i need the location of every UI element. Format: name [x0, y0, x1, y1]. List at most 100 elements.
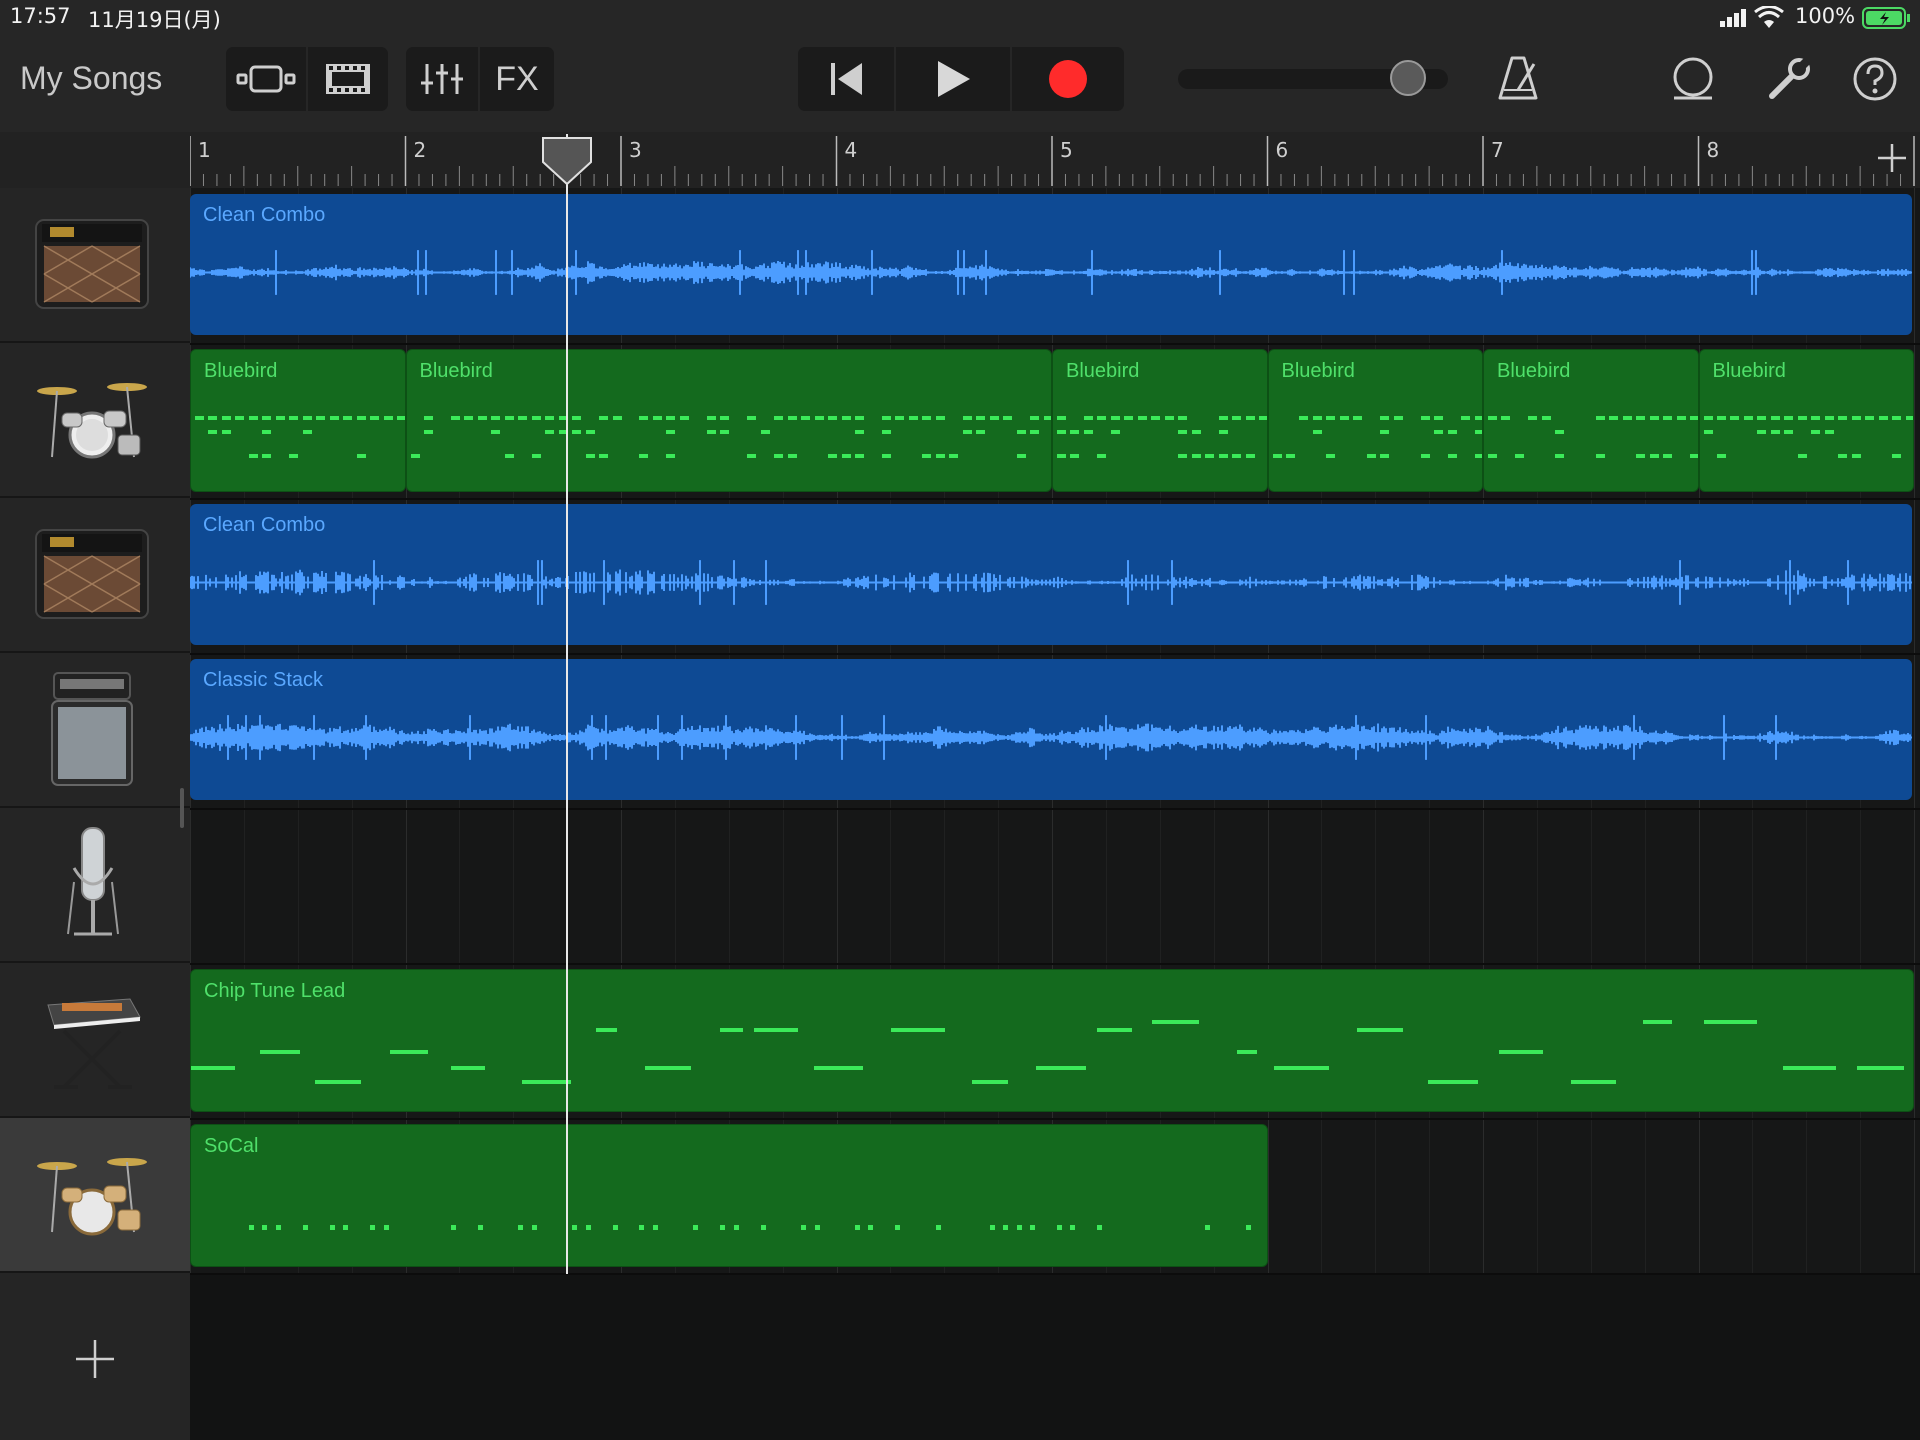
help-button[interactable]: [1852, 56, 1898, 107]
midi-note: [1366, 454, 1376, 458]
audio-region[interactable]: Clean Combo: [190, 504, 1912, 645]
midi-region[interactable]: Bluebird: [1052, 349, 1268, 492]
midi-note: [1097, 454, 1107, 458]
midi-note: [1030, 430, 1040, 434]
midi-note: [1636, 454, 1646, 458]
track-header-3[interactable]: [0, 498, 190, 653]
track-header-2[interactable]: [0, 343, 190, 498]
midi-note: [1218, 454, 1228, 458]
timeline-ruler[interactable]: 1 2 3 4 5 6 7 8: [190, 132, 1920, 188]
region-name: Bluebird: [419, 360, 493, 382]
midi-note: [1285, 454, 1295, 458]
midi-note: [1096, 1028, 1132, 1032]
browser-view-button[interactable]: [226, 47, 306, 111]
midi-note: [1178, 430, 1188, 434]
track-lane[interactable]: Clean Combo: [190, 188, 1920, 345]
fx-button[interactable]: FX: [480, 47, 554, 111]
midi-region[interactable]: Chip Tune Lead: [190, 969, 1914, 1112]
midi-note: [908, 416, 918, 420]
midi-note: [302, 430, 312, 434]
track-header-6[interactable]: [0, 963, 190, 1118]
status-time: 17:57: [10, 4, 71, 28]
settings-button[interactable]: [1766, 56, 1812, 107]
midi-note: [1003, 1225, 1009, 1230]
midi-note: [518, 416, 528, 420]
metronome-icon: [1498, 56, 1538, 100]
midi-note: [1905, 416, 1914, 420]
midi-note: [841, 416, 851, 420]
metronome-button[interactable]: [1496, 54, 1540, 107]
midi-note: [1016, 1225, 1022, 1230]
track-lane[interactable]: SoCal: [190, 1118, 1920, 1275]
drum-kit-icon: [37, 1158, 147, 1236]
midi-note: [191, 1066, 236, 1070]
track-lane[interactable]: Bluebird Bluebird Bluebird Bluebird Bluebird…: [190, 343, 1920, 500]
add-track-button[interactable]: [70, 1334, 120, 1389]
midi-region[interactable]: Bluebird: [405, 349, 1052, 492]
midi-note: [208, 430, 218, 434]
cellular-signal-icon: [1718, 8, 1750, 33]
midi-note: [1380, 430, 1390, 434]
my-songs-button[interactable]: My Songs: [20, 60, 162, 97]
midi-note: [316, 416, 326, 420]
browser-view-icon: [236, 65, 296, 93]
midi-region[interactable]: Bluebird: [1698, 349, 1914, 492]
midi-note: [491, 430, 501, 434]
midi-region[interactable]: Bluebird: [1483, 349, 1699, 492]
midi-note: [891, 1028, 946, 1032]
playhead-handle[interactable]: [541, 136, 593, 191]
midi-region[interactable]: Bluebird: [190, 349, 406, 492]
midi-note: [801, 1225, 807, 1230]
track-header-5[interactable]: [0, 808, 190, 963]
track-lane[interactable]: [190, 808, 1920, 965]
midi-note: [962, 430, 972, 434]
transport-controls: [798, 47, 1124, 111]
audio-waveform: [190, 715, 1912, 760]
tracks-area[interactable]: Clean Combo Bluebird Bluebird Bluebird Blueb…: [190, 188, 1920, 1275]
midi-note: [814, 1225, 820, 1230]
film-strip-icon: [326, 64, 370, 94]
go-to-beginning-button[interactable]: [798, 47, 894, 111]
playhead[interactable]: [566, 134, 569, 1274]
midi-region[interactable]: Bluebird: [1267, 349, 1483, 492]
midi-note: [450, 416, 460, 420]
master-volume-slider[interactable]: [1178, 60, 1448, 96]
track-lane[interactable]: Chip Tune Lead: [190, 963, 1920, 1120]
midi-note: [989, 1225, 995, 1230]
region-name: Clean Combo: [203, 204, 326, 226]
wrench-icon: [1769, 57, 1811, 99]
midi-note: [343, 416, 353, 420]
help-icon: [1853, 57, 1897, 101]
midi-note: [612, 1225, 618, 1230]
midi-note: [1393, 416, 1403, 420]
track-lane[interactable]: Clean Combo: [190, 498, 1920, 655]
track-header-1[interactable]: [0, 188, 190, 343]
tracks-view-button[interactable]: [308, 47, 388, 111]
midi-note: [1797, 416, 1807, 420]
midi-note: [935, 1225, 941, 1230]
track-header-4[interactable]: [0, 653, 190, 808]
track-header-7[interactable]: [0, 1118, 190, 1273]
track-lane[interactable]: Classic Stack: [190, 653, 1920, 810]
midi-region[interactable]: SoCal: [190, 1124, 1268, 1267]
view-button-group: [226, 47, 388, 111]
record-button[interactable]: [1012, 47, 1124, 111]
loop-browser-button[interactable]: [1670, 56, 1716, 107]
track-controls-button[interactable]: [406, 47, 478, 111]
midi-note: [881, 454, 891, 458]
add-section-button[interactable]: [1876, 142, 1908, 179]
bar-number: 5: [1060, 138, 1073, 162]
midi-note: [545, 430, 555, 434]
play-button[interactable]: [896, 47, 1010, 111]
midi-note: [949, 454, 959, 458]
midi-note: [1339, 416, 1349, 420]
midi-note: [989, 416, 999, 420]
header-scroll-indicator: [180, 788, 184, 828]
midi-note: [1299, 416, 1309, 420]
audio-region[interactable]: Classic Stack: [190, 659, 1912, 800]
volume-knob[interactable]: [1389, 60, 1426, 96]
audio-region[interactable]: Clean Combo: [190, 194, 1912, 335]
midi-note: [1461, 416, 1471, 420]
midi-note: [389, 1050, 429, 1054]
midi-note: [1663, 454, 1673, 458]
